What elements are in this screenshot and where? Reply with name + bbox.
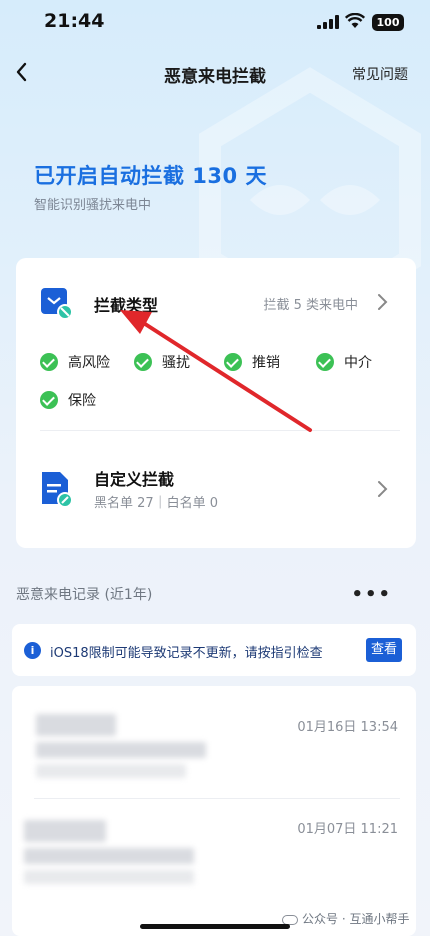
check-icon bbox=[134, 353, 152, 371]
redacted-number bbox=[24, 820, 106, 842]
navigation-bar: 恶意来电拦截 常见问题 bbox=[0, 54, 430, 90]
list-item[interactable]: 01月16日 13:54 bbox=[12, 696, 416, 806]
home-indicator[interactable] bbox=[140, 924, 290, 929]
wechat-icon bbox=[282, 914, 298, 925]
chevron-right-icon bbox=[378, 294, 388, 310]
check-icon bbox=[40, 353, 58, 371]
ios-notice-banner: i iOS18限制可能导致记录不更新，请按指引检查 查看 bbox=[12, 624, 416, 676]
block-type-title: 拦截类型 bbox=[94, 296, 159, 315]
custom-block-row[interactable]: 自定义拦截 bbox=[16, 438, 416, 528]
chevron-right-icon bbox=[378, 481, 388, 497]
faq-link[interactable]: 常见问题 bbox=[352, 64, 408, 84]
record-date: 01月07日 11:21 bbox=[297, 822, 398, 837]
signal-icon bbox=[317, 15, 339, 29]
more-options-icon[interactable]: ••• bbox=[351, 584, 392, 605]
document-edit-icon bbox=[42, 472, 73, 508]
call-records-list: 01月16日 13:54 01月07日 11:21 bbox=[12, 686, 416, 936]
shield-block-icon bbox=[41, 288, 73, 320]
block-type-summary: 拦截 5 类来电中 bbox=[263, 298, 358, 313]
protection-status-subtitle: 智能识别骚扰来电中 bbox=[34, 198, 152, 213]
redacted-number bbox=[36, 714, 116, 736]
redacted-label bbox=[24, 848, 194, 864]
protection-days-title: 已开启自动拦截 130 天 bbox=[34, 164, 267, 188]
blacklist-whitelist-counts: 黑名单 27｜白名单 0 bbox=[94, 496, 219, 511]
status-time: 21:44 bbox=[44, 10, 105, 32]
redacted-label bbox=[36, 742, 206, 758]
status-bar: 21:44 100 bbox=[0, 0, 430, 44]
check-icon bbox=[224, 353, 242, 371]
wifi-icon bbox=[345, 13, 365, 28]
battery-icon: 100 bbox=[372, 14, 404, 31]
check-icon bbox=[40, 391, 58, 409]
divider bbox=[34, 798, 400, 799]
redacted-location bbox=[36, 764, 186, 778]
info-icon: i bbox=[24, 642, 41, 659]
view-guide-button[interactable]: 查看 bbox=[366, 638, 402, 662]
check-icon bbox=[316, 353, 334, 371]
custom-block-title: 自定义拦截 bbox=[94, 470, 175, 489]
record-date: 01月16日 13:54 bbox=[297, 720, 398, 735]
watermark: 公众号 · 互通小帮手 bbox=[282, 910, 409, 927]
divider bbox=[40, 430, 400, 431]
block-settings-card: 拦截类型 拦截 5 类来电中 高风险 骚扰 推销 中介 保险 自定义拦截 黑名单… bbox=[16, 258, 416, 548]
records-heading: 恶意来电记录 (近1年) bbox=[16, 587, 153, 603]
redacted-location bbox=[24, 870, 194, 884]
list-item[interactable]: 01月07日 11:21 bbox=[12, 804, 416, 914]
block-type-row[interactable]: 拦截类型 拦截 5 类来电中 bbox=[16, 258, 416, 348]
notice-text: iOS18限制可能导致记录不更新，请按指引检查 bbox=[50, 646, 323, 661]
